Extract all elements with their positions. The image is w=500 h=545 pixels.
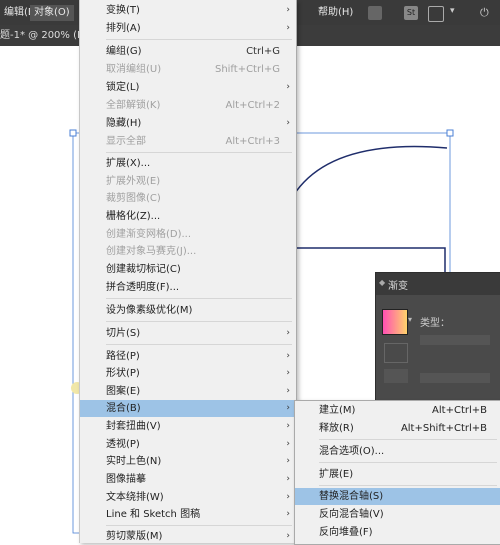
menu-separator (319, 462, 497, 463)
bridge-icon[interactable] (368, 6, 382, 20)
chevron-right-icon: › (286, 386, 290, 396)
menu-separator (319, 439, 497, 440)
chevron-right-icon: › (286, 328, 290, 338)
menu-object[interactable]: 对象(O) (30, 5, 74, 21)
menu-item-ungroup: 取消编组(U) Shift+Ctrl+G (106, 64, 280, 75)
menu-item-perspective[interactable]: 透视(P) › (80, 436, 296, 453)
menu-item-expand-appearance: 扩展外观(E) (106, 176, 161, 187)
menu-item-create-trim-marks[interactable]: 创建裁切标记(C) (80, 261, 296, 278)
menu-item-image-trace[interactable]: 图像描摹 › (80, 471, 296, 488)
chevron-right-icon: › (286, 82, 290, 92)
menu-item-create-object-mosaic: 创建对象马赛克(J)... (106, 246, 197, 257)
document-tab[interactable]: 题-1* @ 200% (RG (0, 28, 92, 44)
submenu-item-reverse-front-to-back[interactable]: 反向堆叠(F) (295, 524, 500, 541)
menu-separator (319, 485, 497, 486)
swatch-dropdown-icon[interactable]: ▾ (408, 315, 412, 324)
gradient-swatch[interactable] (382, 309, 408, 335)
menu-item-flatten-transparency[interactable]: 拼合透明度(F)... (80, 279, 296, 296)
menu-item-crop-image: 裁剪图像(C) (106, 193, 161, 204)
menu-item-hide[interactable]: 隐藏(H) › (80, 115, 296, 132)
chevron-right-icon: › (286, 23, 290, 33)
menu-item-slice[interactable]: 切片(S) › (80, 325, 296, 342)
blend-spine-path (293, 247, 446, 272)
menu-separator (106, 344, 292, 345)
menu-item-text-wrap[interactable]: 文本绕排(W) › (80, 489, 296, 506)
menu-item-rasterize[interactable]: 栅格化(Z)... (80, 208, 296, 225)
submenu-item-make[interactable]: 建立(M) Alt+Ctrl+B (295, 402, 500, 419)
menu-separator (106, 152, 292, 153)
chevron-right-icon: › (286, 474, 290, 484)
gradient-type-buttons[interactable] (420, 335, 490, 345)
menu-item-clipping-mask[interactable]: 剪切蒙版(M) › (80, 528, 296, 545)
chevron-right-icon: › (286, 492, 290, 502)
menu-item-group[interactable]: 编组(G) Ctrl+G (80, 43, 296, 60)
chevron-right-icon: › (286, 509, 290, 519)
chevron-right-icon: › (286, 5, 290, 15)
stock-icon[interactable]: St (404, 6, 418, 20)
workspace-icon[interactable] (428, 6, 444, 22)
power-icon[interactable]: ⏻ (480, 6, 494, 20)
gradient-type-label: 类型： (420, 318, 450, 329)
selection-handle (446, 129, 454, 137)
menu-item-blend[interactable]: 混合(B) › (80, 400, 296, 417)
blend-arc-top (292, 145, 448, 197)
menu-separator (106, 525, 292, 526)
gradient-stroke-buttons[interactable] (384, 369, 408, 383)
gradient-panel-title: 渐变 (388, 281, 408, 292)
menu-item-envelope-distort[interactable]: 封套扭曲(V) › (80, 418, 296, 435)
menu-item-create-gradient-mesh: 创建渐变网格(D)... (106, 229, 192, 240)
chevron-right-icon: › (286, 403, 290, 413)
selection-handle (69, 129, 77, 137)
submenu-item-replace-spine[interactable]: 替换混合轴(S) (295, 488, 500, 505)
menu-separator (106, 298, 292, 299)
chevron-right-icon: › (286, 531, 290, 541)
menu-item-path[interactable]: 路径(P) › (80, 348, 296, 365)
submenu-item-release[interactable]: 释放(R) Alt+Shift+Ctrl+B (295, 420, 500, 437)
chevron-right-icon: › (286, 368, 290, 378)
menu-item-lock[interactable]: 锁定(L) › (80, 79, 296, 96)
blend-submenu: 建立(M) Alt+Ctrl+B 释放(R) Alt+Shift+Ctrl+B 混合… (294, 400, 500, 545)
chevron-down-icon[interactable]: ▾ (450, 6, 464, 20)
chevron-right-icon: › (286, 456, 290, 466)
submenu-item-expand[interactable]: 扩展(E) (295, 466, 500, 483)
menu-item-line-sketch[interactable]: Line 和 Sketch 图稿 › (80, 506, 296, 523)
chevron-right-icon: › (286, 118, 290, 128)
menu-item-transform[interactable]: 变换(T) › (80, 2, 296, 19)
chevron-right-icon: › (286, 439, 290, 449)
menu-item-pattern[interactable]: 图案(E) › (80, 383, 296, 400)
reverse-gradient-icon[interactable] (384, 343, 408, 363)
submenu-item-blend-options[interactable]: 混合选项(O)... (295, 443, 500, 460)
menu-separator (106, 321, 292, 322)
menu-help[interactable]: 帮助(H) (314, 5, 357, 21)
collapse-icon[interactable]: ◆ (379, 278, 385, 287)
gradient-panel-header[interactable]: ◆ 渐变 (376, 273, 500, 295)
menu-item-pixel-perfect[interactable]: 设为像素级优化(M) (80, 302, 296, 319)
menu-item-unlock-all: 全部解锁(K) Alt+Ctrl+2 (106, 100, 280, 111)
menu-item-live-paint[interactable]: 实时上色(N) › (80, 453, 296, 470)
menu-item-expand[interactable]: 扩展(X)... (80, 155, 296, 172)
menu-item-arrange[interactable]: 排列(A) › (80, 20, 296, 37)
submenu-item-reverse-spine[interactable]: 反向混合轴(V) (295, 506, 500, 523)
chevron-right-icon: › (286, 351, 290, 361)
object-menu: 变换(T) › 排列(A) › 编组(G) Ctrl+G 取消编组(U) Shift+C… (79, 0, 297, 543)
gradient-panel: ◆ 渐变 ▾ 类型： (375, 272, 500, 401)
gradient-angle-controls[interactable] (420, 373, 490, 383)
menu-item-shape[interactable]: 形状(P) › (80, 365, 296, 382)
menu-separator (106, 39, 292, 40)
menu-item-show-all: 显示全部 Alt+Ctrl+3 (106, 136, 280, 147)
chevron-right-icon: › (286, 421, 290, 431)
